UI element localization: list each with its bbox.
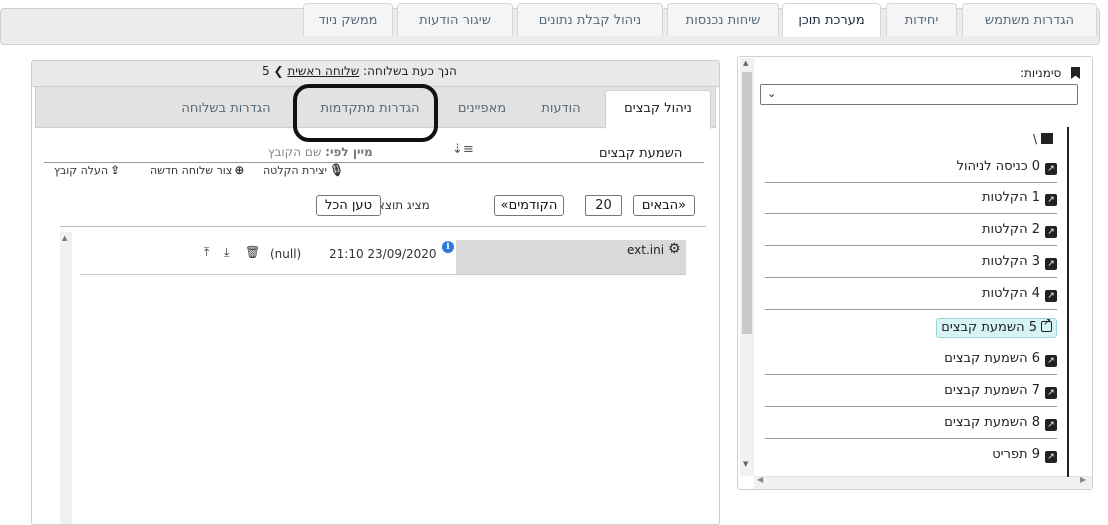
breadcrumb-separator-icon: ❯ [273,64,284,78]
tab-units[interactable]: יחידות [886,3,957,36]
tree-node-label: 1 הקלטות [981,190,1040,205]
tree-node-label: 4 הקלטות [981,286,1040,301]
sort-by[interactable]: מיין לפי: שם הקובץ [268,145,373,159]
create-extension-button[interactable]: ⊕צור שלוחה חדשה [150,163,244,177]
tree-horizontal-scrollbar[interactable] [754,476,1092,489]
tree-node[interactable]: ↗ 9 תפריט [765,447,1057,471]
upload-file-label: העלה קובץ [54,164,109,177]
load-all-button[interactable]: טען הכל [316,195,381,216]
tree-node[interactable]: ↗ 6 השמעת קבצים [765,351,1057,375]
external-link-icon: ↗ [1045,451,1057,463]
toolbar-divider [44,162,704,163]
external-link-icon: ↗ [1045,290,1057,302]
tree-root-label: \ [1033,132,1038,146]
scroll-down-icon[interactable]: ▼ [743,460,748,468]
tab-message-dispatch[interactable]: שיגור הודעות [397,3,513,36]
bookmarks-select[interactable]: ⌄ [760,84,1078,105]
external-link-icon: ↗ [1045,387,1057,399]
row-divider [80,274,686,275]
sort-icon[interactable]: ⇣≡ [452,142,474,157]
tree-node-label: 2 הקלטות [981,222,1040,237]
create-recording-label: יצירת הקלטה [263,164,327,177]
breadcrumb-current: 5 [262,64,270,78]
file-datetime: 21:10 23/09/2020 [329,247,437,261]
page-size-input[interactable]: 20 [585,195,622,216]
list-divider [60,226,706,227]
file-list-scrollbar[interactable] [60,232,72,524]
plus-circle-icon: ⊕ [234,163,245,177]
upload-file-button[interactable]: ⇪העלה קובץ [54,163,120,177]
tree-node-label: 3 הקלטות [981,254,1040,269]
scroll-up-icon[interactable]: ▲ [743,59,748,67]
info-icon[interactable]: i [442,241,454,253]
tab-file-management[interactable]: ניהול קבצים [605,90,711,129]
tab-incoming-calls[interactable]: שיחות נכנסות [667,3,779,36]
tab-content-system[interactable]: מערכת תוכן [782,3,881,37]
chevron-down-icon: ⌄ [767,87,777,100]
next-button[interactable]: «הבאים [633,195,695,216]
scroll-up-icon[interactable]: ▲ [62,234,67,242]
files-section-title: השמעת קבצים [599,146,683,161]
tab-extension-settings[interactable]: הגדרות בשלוחה [160,90,292,127]
tree-node[interactable]: ↗ 0 כניסה לניהול [765,159,1057,183]
tab-mobility-interface[interactable]: ממשק ניוד [303,3,393,36]
folder-icon [1041,133,1054,144]
tab-properties[interactable]: מאפיינים [445,90,519,127]
tree-node-label: 7 השמעת קבצים [944,383,1040,398]
tree-node[interactable]: ↗ 4 הקלטות [765,286,1057,310]
external-link-icon: ↗ [1045,194,1057,206]
create-recording-button[interactable]: 🎙יצירת הקלטה [263,163,344,177]
microphone-icon: 🎙 [328,163,345,177]
external-link-icon: ↗ [1045,258,1057,270]
open-link-icon [1041,317,1052,332]
sort-label: מיין לפי: [325,145,373,159]
tree-scrollbar-thumb[interactable] [742,72,752,334]
breadcrumb: הנך כעת בשלוחה: שלוחה ראשית ❯ 5 [262,64,457,78]
tree-node-label: 8 השמעת קבצים [944,415,1040,430]
tree-node-label: 9 תפריט [992,447,1040,462]
tree-node-label: 0 כניסה לניהול [956,159,1040,174]
sort-value: שם הקובץ [268,145,322,159]
external-link-icon: ↗ [1045,419,1057,431]
tree-root[interactable]: \ [1033,132,1054,146]
tab-data-reception[interactable]: ניהול קבלת נתונים [517,3,663,36]
create-extension-label: צור שלוחה חדשה [150,164,233,177]
scroll-left-icon[interactable]: ◀ [757,475,763,484]
gear-icon[interactable]: ⚙ [668,241,681,257]
tree-node-selected[interactable]: 5 השמעת קבצים [765,317,1057,342]
file-name: ext.ini [627,243,665,257]
tab-user-settings[interactable]: הגדרות משתמש [962,3,1097,36]
annotation-circle [293,84,438,142]
tree-line [1067,127,1069,477]
tree-node[interactable]: ↗ 3 הקלטות [765,254,1057,278]
tree-node-label: 6 השמעת קבצים [944,351,1040,366]
delete-icon[interactable]: 🗑 [245,245,260,259]
scroll-right-icon[interactable]: ▶ [1080,475,1086,484]
tree-node[interactable]: ↗ 1 הקלטות [765,190,1057,214]
breadcrumb-root-link[interactable]: שלוחה ראשית [287,64,359,78]
file-size: (null) [270,247,302,261]
external-link-icon: ↗ [1045,163,1057,175]
tree-node[interactable]: ↗ 7 השמעת קבצים [765,383,1057,407]
tab-messages[interactable]: הודעות [521,90,601,127]
bookmarks-label: סימניות: [1020,66,1062,80]
breadcrumb-prefix: הנך כעת בשלוחה: [363,64,457,78]
upload-icon: ⇪ [110,163,121,177]
tree-node[interactable]: ↗ 2 הקלטות [765,222,1057,246]
tree-node-label: 5 השמעת קבצים [941,320,1037,335]
upload-icon[interactable]: ⤒ [204,245,209,260]
external-link-icon: ↗ [1045,226,1057,238]
previous-button[interactable]: הקודמים» [494,195,564,216]
download-icon[interactable]: ⤓ [224,245,229,260]
external-link-icon: ↗ [1045,355,1057,367]
tree-node[interactable]: ↗ 8 השמעת קבצים [765,415,1057,439]
